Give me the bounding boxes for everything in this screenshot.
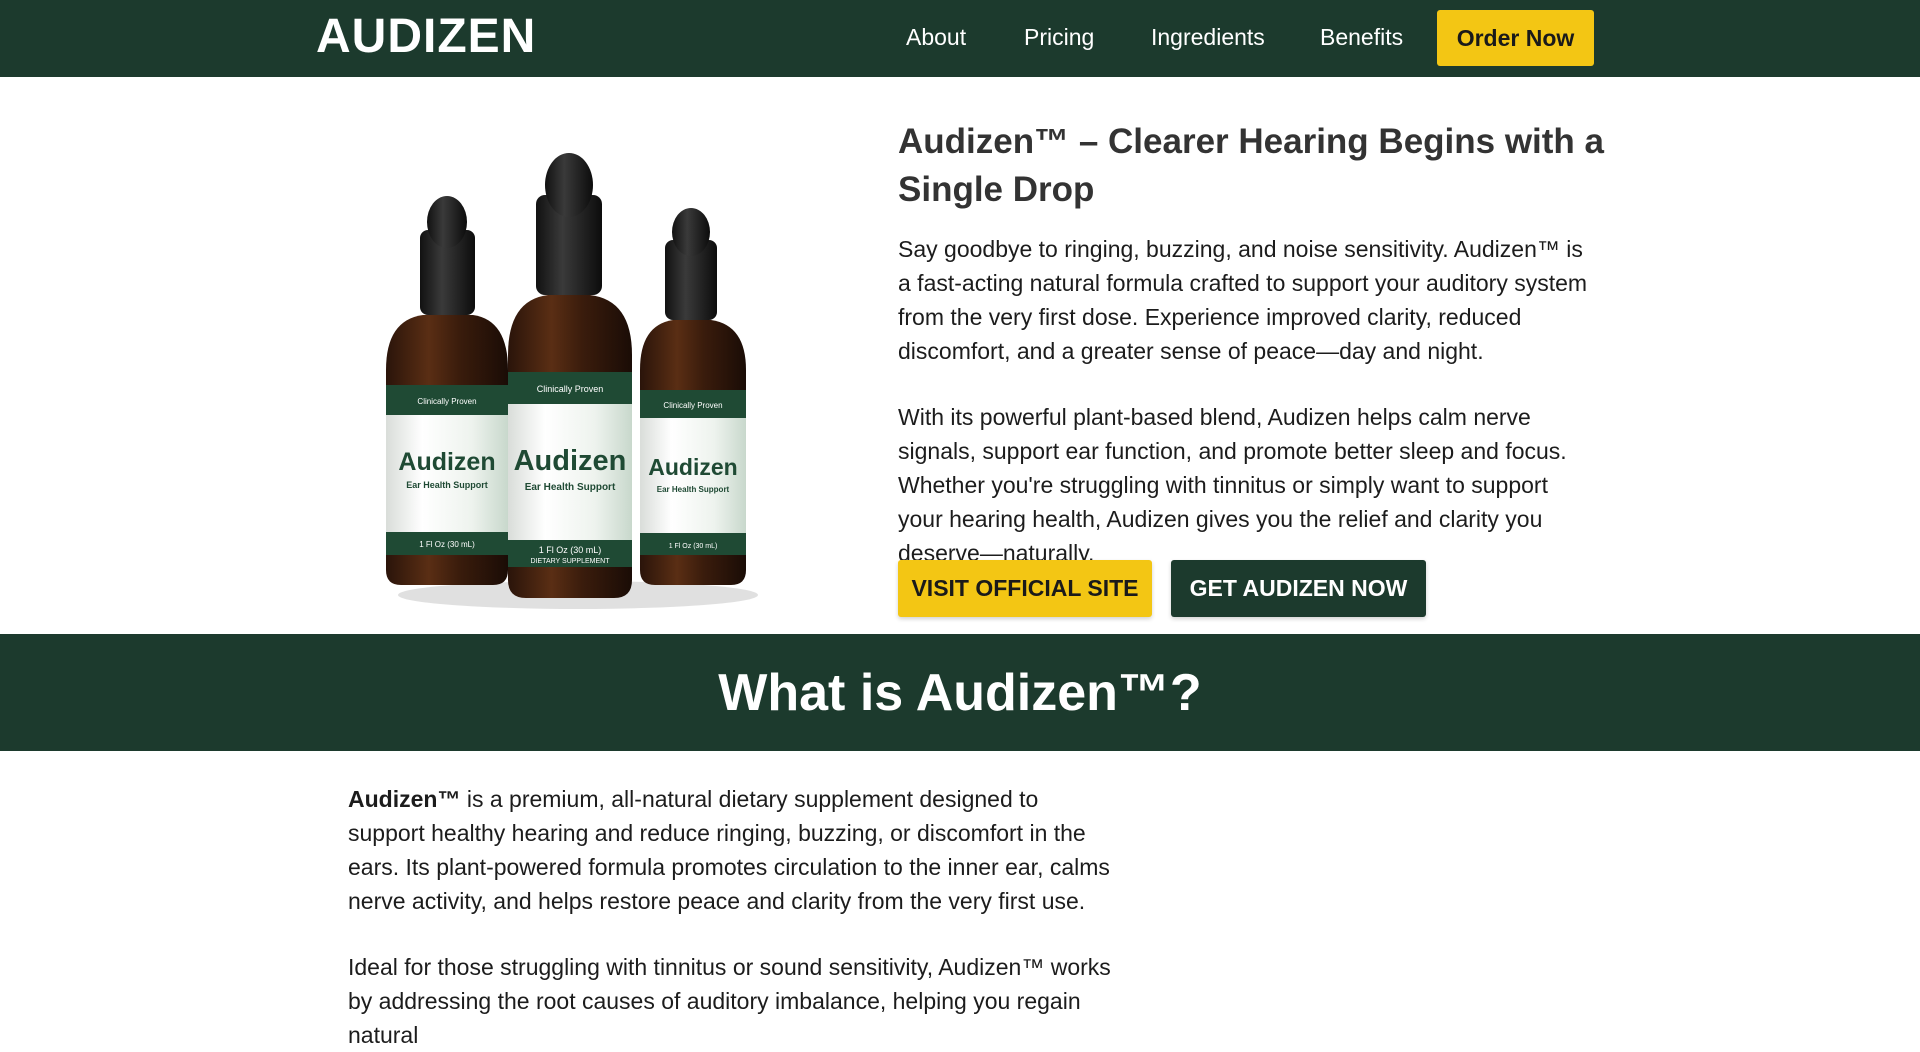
what-paragraph-1: Audizen™ is a premium, all-natural dieta… <box>348 782 1118 918</box>
hero-paragraph-2: With its powerful plant-based blend, Aud… <box>898 404 1567 566</box>
hero-title: Audizen™ – Clearer Hearing Begins with a… <box>898 122 1604 209</box>
what-paragraph-2: Ideal for those struggling with tinnitus… <box>348 954 1111 1048</box>
brand-name-strong: Audizen™ <box>348 786 461 812</box>
svg-text:Audizen: Audizen <box>398 448 495 476</box>
svg-text:Audizen: Audizen <box>514 445 627 477</box>
svg-text:Clinically Proven: Clinically Proven <box>537 384 604 394</box>
what-paragraph-1-text: is a premium, all-natural dietary supple… <box>348 786 1110 914</box>
svg-text:Ear Health Support: Ear Health Support <box>657 485 730 494</box>
product-bottles-image: Clinically Proven Audizen Ear Health Sup… <box>386 153 758 609</box>
bottle-right: Clinically Proven Audizen Ear Health Sup… <box>640 208 746 585</box>
nav-link-pricing[interactable]: Pricing <box>1024 22 1094 52</box>
hero-paragraph-1: Say goodbye to ringing, buzzing, and noi… <box>898 236 1588 364</box>
svg-text:1 Fl Oz (30 mL): 1 Fl Oz (30 mL) <box>539 545 602 555</box>
svg-text:Ear Health Support: Ear Health Support <box>525 482 616 493</box>
svg-text:DIETARY SUPPLEMENT: DIETARY SUPPLEMENT <box>531 558 611 565</box>
nav-link-ingredients[interactable]: Ingredients <box>1151 22 1265 52</box>
svg-text:Clinically Proven: Clinically Proven <box>417 397 476 406</box>
what-is-banner: What is Audizen™? <box>0 634 1920 751</box>
order-now-button[interactable]: Order Now <box>1437 10 1594 66</box>
svg-text:1 Fl Oz (30 mL): 1 Fl Oz (30 mL) <box>419 540 475 549</box>
nav-link-about[interactable]: About <box>906 22 966 52</box>
svg-text:1 Fl Oz (30 mL): 1 Fl Oz (30 mL) <box>669 543 718 550</box>
bottle-center: Clinically Proven Audizen Ear Health Sup… <box>508 153 632 598</box>
svg-text:Clinically Proven: Clinically Proven <box>663 401 722 410</box>
visit-official-site-button[interactable]: VISIT OFFICIAL SITE <box>898 560 1152 617</box>
section-heading: What is Audizen™? <box>718 664 1202 722</box>
bottle-left: Clinically Proven Audizen Ear Health Sup… <box>386 196 508 585</box>
svg-text:Ear Health Support: Ear Health Support <box>406 480 488 490</box>
site-logo[interactable]: AUDIZEN <box>316 12 536 62</box>
nav-link-benefits[interactable]: Benefits <box>1320 22 1403 52</box>
svg-text:Audizen: Audizen <box>648 454 737 480</box>
top-navbar: AUDIZEN About Pricing Ingredients Benefi… <box>0 0 1920 77</box>
get-audizen-now-button[interactable]: GET AUDIZEN NOW <box>1171 560 1426 617</box>
